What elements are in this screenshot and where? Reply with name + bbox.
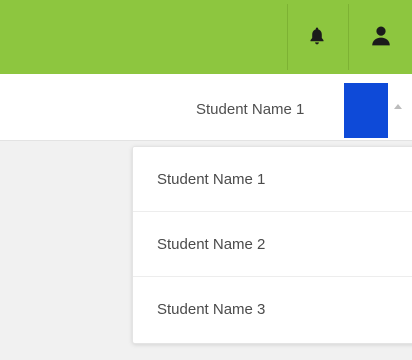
user-profile-button[interactable] [364,16,398,56]
dropdown-option-label: Student Name 2 [157,236,266,253]
dropdown-option-student-2[interactable]: Student Name 2 [133,212,412,277]
student-select-value: Student Name 1 [196,101,305,118]
student-dropdown-menu: Student Name 1 Student Name 2 Student Na… [132,146,412,344]
dropdown-option-label: Student Name 1 [157,171,266,188]
dropdown-option-label: Student Name 3 [157,301,266,318]
topbar-divider [348,4,349,70]
user-icon [372,26,390,46]
dropdown-option-student-1[interactable]: Student Name 1 [133,147,412,212]
bell-icon [310,27,324,45]
notifications-button[interactable] [300,16,334,56]
topbar-divider [287,4,288,70]
selection-highlight [344,83,388,138]
top-navigation-bar [0,0,412,74]
dropdown-option-student-3[interactable]: Student Name 3 [133,277,412,341]
app-page: Student Name 1 Student Name 1 Student Na… [0,0,412,360]
student-select[interactable]: Student Name 1 [187,82,410,138]
chevron-up-icon [394,104,402,109]
